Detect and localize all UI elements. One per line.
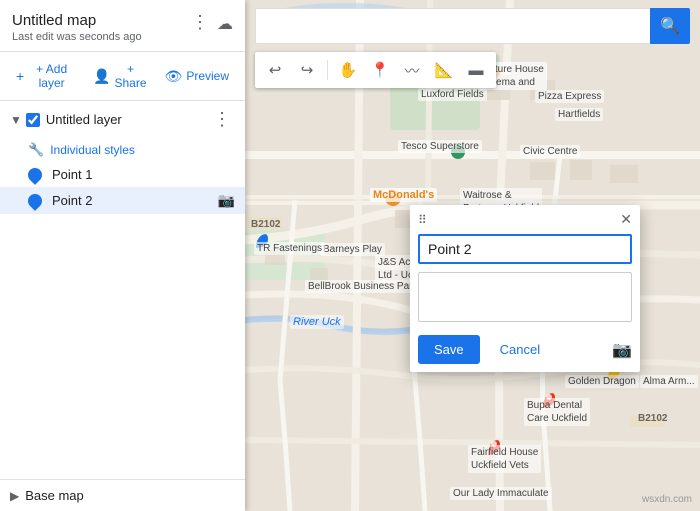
left-panel: Untitled map Last edit was seconds ago ⋮…: [0, 0, 245, 511]
toolbar-row: + + Add layer 👤 + Share 👁 Preview: [0, 52, 245, 101]
style-row[interactable]: 🔧 Individual styles: [0, 138, 245, 162]
point1-label: Point 1: [52, 167, 235, 182]
map-options-button[interactable]: ⋮: [187, 12, 213, 33]
map-subtitle: Last edit was seconds ago: [12, 31, 187, 43]
share-icon: 👤: [93, 68, 110, 85]
map-label-luxford: Luxford Fields: [418, 88, 487, 101]
eye-icon: 👁: [165, 68, 183, 85]
layer-checkbox[interactable]: [26, 113, 40, 127]
basemap-label: Base map: [25, 488, 84, 503]
map-label-golden: Golden Dragon: [565, 375, 639, 388]
cancel-button[interactable]: Cancel: [488, 335, 552, 364]
search-icon: 🔍: [660, 16, 680, 36]
toolbar-divider: [327, 60, 328, 80]
map-label-civic: Civic Centre: [520, 145, 580, 158]
save-button[interactable]: Save: [418, 335, 480, 364]
search-button[interactable]: 🔍: [650, 8, 690, 44]
map-label-b2102-left: B2102: [248, 218, 283, 231]
add-layer-button[interactable]: + + Add layer: [10, 58, 81, 94]
basemap-header[interactable]: ▶ Base map: [10, 488, 235, 503]
map-label-river: River Uck: [290, 315, 344, 329]
map-label-pizzaexpress: Pizza Express: [535, 90, 604, 103]
layer-header[interactable]: ▼ Untitled layer ⋮: [0, 101, 245, 138]
point2-label: Point 2: [52, 193, 218, 208]
watermark: wsxdn.com: [642, 494, 692, 505]
pin-button[interactable]: 📍: [366, 56, 394, 84]
edit-actions: Save Cancel 📷: [410, 327, 640, 372]
map-label-alma: Alma Arm...: [640, 375, 698, 388]
preview-button[interactable]: 👁 Preview: [159, 64, 235, 89]
layer-name: Untitled layer: [46, 112, 209, 127]
point2-camera-icon: 📷: [218, 192, 235, 209]
style-label: Individual styles: [50, 143, 135, 157]
cloud-icon: ☁: [217, 14, 233, 34]
map-label-tr: TR Fastenings: [254, 242, 325, 255]
point1-row[interactable]: Point 1: [0, 162, 245, 187]
edit-dialog-header: ⠿ ✕: [410, 205, 640, 232]
edit-title-input[interactable]: [418, 234, 632, 264]
map-label-bellbrook: BellBrook Business Park: [305, 280, 421, 293]
map-label-barneys: Barneys Play: [320, 243, 385, 256]
pan-button[interactable]: ✋: [334, 56, 362, 84]
search-input[interactable]: [255, 8, 650, 44]
draw-button[interactable]: 〰: [398, 56, 426, 84]
point2-row[interactable]: Point 2 📷: [0, 187, 245, 214]
point2-marker-icon: [25, 191, 45, 211]
layer-arrow-icon: ▼: [10, 113, 22, 127]
basemap-arrow-icon: ▶: [10, 489, 19, 503]
preview-label: Preview: [186, 69, 229, 83]
map-label-b2102-right: B2102: [635, 412, 670, 425]
share-button[interactable]: 👤 + Share: [87, 58, 152, 94]
top-bar: 🔍: [255, 8, 690, 44]
edit-description-input[interactable]: [418, 272, 632, 322]
map-label-ourlady: Our Lady Immaculate: [450, 487, 552, 500]
map-label-tesco: Tesco Superstore: [398, 140, 482, 153]
dialog-drag-handle: ⠿: [418, 213, 427, 227]
map-header: Untitled map Last edit was seconds ago ⋮…: [0, 0, 245, 52]
map-title: Untitled map: [12, 12, 187, 29]
map-label-mcdonalds: McDonald's: [370, 188, 437, 202]
dialog-close-button[interactable]: ✕: [620, 211, 632, 228]
add-layer-label: + Add layer: [28, 62, 75, 90]
layer-options-button[interactable]: ⋮: [209, 109, 235, 130]
undo-button[interactable]: ↩: [261, 56, 289, 84]
ruler-button[interactable]: 📐: [430, 56, 458, 84]
map-title-area: Untitled map Last edit was seconds ago: [12, 12, 187, 43]
map-toolbar: ↩ ↪ ✋ 📍 〰 📐 ▬: [255, 52, 496, 88]
add-layer-icon: +: [16, 68, 24, 84]
point1-marker-icon: [25, 165, 45, 185]
style-icon: 🔧: [28, 142, 44, 158]
map-label-fairfield: Fairfield HouseUckfield Vets: [468, 445, 541, 473]
layers-section: ▼ Untitled layer ⋮ 🔧 Individual styles P…: [0, 101, 245, 479]
redo-button[interactable]: ↪: [293, 56, 321, 84]
share-label: + Share: [115, 62, 147, 90]
edit-dialog: ⠿ ✕ Save Cancel 📷: [410, 205, 640, 372]
basemap-section: ▶ Base map: [0, 479, 245, 511]
camera-button[interactable]: 📷: [612, 340, 632, 360]
rectangle-button[interactable]: ▬: [462, 56, 490, 84]
map-label-hartfields: Hartfields: [555, 108, 603, 121]
map-label-bupa: Bupa DentalCare Uckfield: [524, 398, 590, 426]
